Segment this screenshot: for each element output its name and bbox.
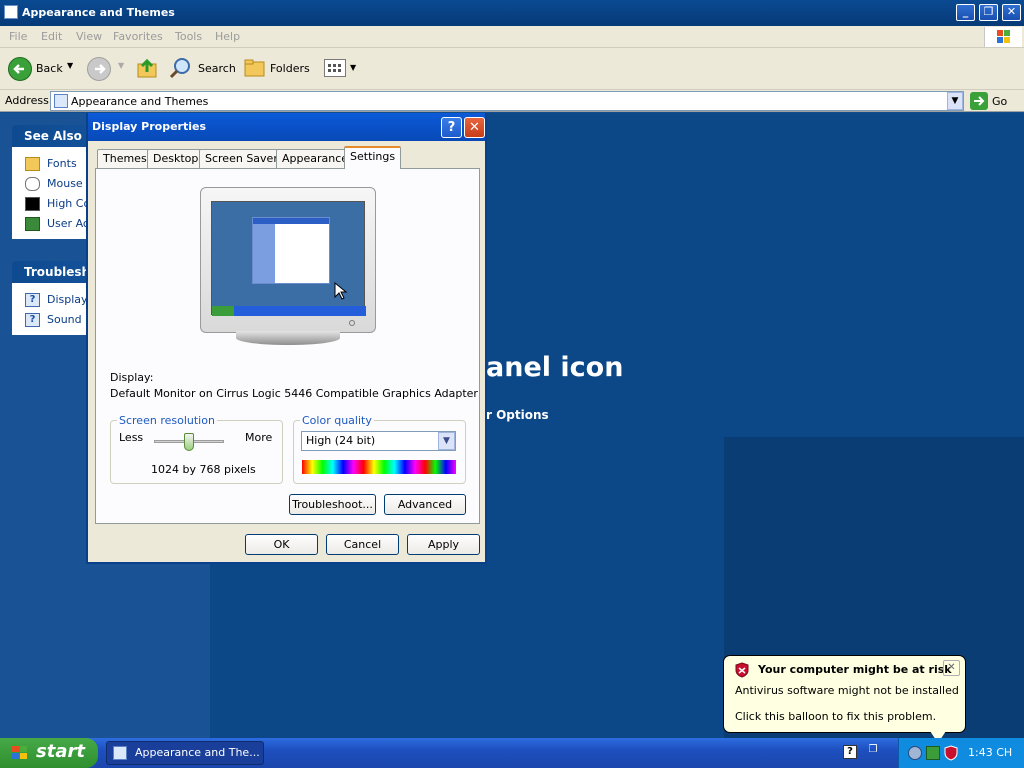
fonts-folder-icon bbox=[25, 157, 40, 171]
standard-toolbar: Back ▼ ▼ Search Folders ▼ bbox=[0, 48, 1024, 90]
tab-desktop[interactable]: Desktop bbox=[147, 149, 205, 168]
resolution-less-label: Less bbox=[119, 431, 144, 444]
tab-themes[interactable]: Themes bbox=[97, 149, 153, 168]
security-shield-icon bbox=[735, 662, 749, 678]
up-folder-icon[interactable] bbox=[136, 56, 160, 80]
address-dropdown-icon[interactable]: ▼ bbox=[947, 92, 963, 110]
views-dropdown-icon[interactable]: ▼ bbox=[350, 63, 356, 72]
help-question-icon: ? bbox=[25, 313, 40, 327]
troubleshoot-button[interactable]: Troubleshoot... bbox=[289, 494, 376, 515]
address-input[interactable]: Appearance and Themes ▼ bbox=[50, 91, 964, 111]
menu-help[interactable]: Help bbox=[215, 30, 240, 43]
ok-button[interactable]: OK bbox=[245, 534, 318, 555]
control-panel-icon bbox=[54, 94, 68, 108]
tab-settings[interactable]: Settings bbox=[344, 146, 402, 169]
balloon-title: Your computer might be at risk bbox=[758, 663, 952, 676]
chevron-down-icon[interactable]: ▼ bbox=[438, 432, 455, 450]
high-contrast-icon bbox=[25, 197, 40, 211]
cursor-icon bbox=[334, 281, 348, 303]
control-panel-icon bbox=[113, 746, 127, 760]
monitor-screen bbox=[211, 201, 366, 316]
menu-bar: File Edit View Favorites Tools Help bbox=[0, 26, 1024, 48]
apply-button[interactable]: Apply bbox=[407, 534, 480, 555]
resolution-more-label: More bbox=[245, 431, 273, 444]
menu-view[interactable]: View bbox=[76, 30, 102, 43]
color-spectrum-bar bbox=[302, 460, 456, 474]
forward-arrow-icon[interactable] bbox=[87, 57, 111, 81]
windows-flag-icon bbox=[10, 744, 30, 762]
explorer-titlebar: Appearance and Themes _ ❐ ✕ bbox=[0, 0, 1024, 26]
help-question-icon: ? bbox=[25, 293, 40, 307]
connection-tray-icon[interactable] bbox=[926, 746, 940, 760]
preview-window bbox=[252, 217, 330, 284]
see-also-label: User Ac bbox=[47, 217, 89, 230]
balloon-line1: Antivirus software might not be installe… bbox=[735, 684, 959, 697]
resolution-slider-thumb[interactable] bbox=[184, 433, 194, 451]
go-button[interactable]: Go bbox=[970, 92, 1020, 110]
monitor-preview bbox=[200, 187, 376, 333]
menu-tools[interactable]: Tools bbox=[175, 30, 202, 43]
address-label: Address bbox=[5, 94, 49, 107]
display-properties-dialog: Display Properties ? ✕ Themes Desktop Sc… bbox=[86, 113, 487, 564]
power-button-icon bbox=[349, 320, 355, 326]
see-also-label: Fonts bbox=[47, 157, 77, 170]
tab-appearance[interactable]: Appearance bbox=[276, 149, 355, 168]
help-tray-icon[interactable]: ? bbox=[843, 745, 857, 759]
close-window-button[interactable]: ✕ bbox=[1002, 4, 1021, 21]
options-link[interactable]: r Options bbox=[486, 408, 549, 422]
network-tray-icon[interactable] bbox=[908, 746, 922, 760]
taskbar-item-label: Appearance and The... bbox=[135, 746, 260, 759]
security-alert-tray-icon[interactable] bbox=[944, 745, 958, 761]
minimize-button[interactable]: _ bbox=[956, 4, 975, 21]
help-button[interactable]: ? bbox=[441, 117, 462, 138]
color-quality-select[interactable]: High (24 bit) bbox=[301, 431, 456, 451]
resolution-value: 1024 by 768 pixels bbox=[151, 463, 256, 476]
clock: 1:43 CH bbox=[968, 746, 1013, 759]
views-icon[interactable] bbox=[324, 59, 346, 77]
back-dropdown-icon[interactable]: ▼ bbox=[67, 61, 73, 70]
security-balloon[interactable]: Your computer might be at risk ✕ Antivir… bbox=[723, 655, 966, 733]
balloon-line2: Click this balloon to fix this problem. bbox=[735, 710, 937, 723]
folders-icon[interactable] bbox=[243, 57, 267, 79]
menu-favorites[interactable]: Favorites bbox=[113, 30, 163, 43]
start-button[interactable]: start bbox=[0, 738, 98, 768]
address-value: Appearance and Themes bbox=[71, 95, 209, 108]
menu-edit[interactable]: Edit bbox=[41, 30, 62, 43]
tab-screen-saver[interactable]: Screen Saver bbox=[199, 149, 284, 168]
preview-taskbar bbox=[212, 306, 366, 316]
color-quality-legend: Color quality bbox=[302, 414, 372, 427]
folder-window-icon bbox=[4, 5, 18, 19]
troubleshoot-label: Display bbox=[47, 293, 88, 306]
display-value: Default Monitor on Cirrus Logic 5446 Com… bbox=[110, 387, 478, 400]
advanced-button[interactable]: Advanced bbox=[384, 494, 466, 515]
windows-logo-icon bbox=[984, 27, 1022, 47]
go-arrow-icon bbox=[970, 92, 988, 110]
display-label: Display: bbox=[110, 371, 154, 384]
mouse-icon bbox=[25, 177, 40, 191]
folders-button[interactable]: Folders bbox=[270, 62, 310, 75]
monitor-stand bbox=[236, 331, 340, 345]
taskbar-item-appearance[interactable]: Appearance and The... bbox=[106, 741, 264, 765]
close-dialog-button[interactable]: ✕ bbox=[464, 117, 485, 138]
search-icon[interactable] bbox=[168, 56, 194, 82]
pick-control-panel-heading: anel icon bbox=[486, 352, 624, 383]
cancel-button[interactable]: Cancel bbox=[326, 534, 399, 555]
forward-dropdown-icon[interactable]: ▼ bbox=[118, 61, 124, 70]
quick-launch-chevron-icon[interactable]: ❐ bbox=[866, 744, 880, 760]
see-also-label: High Co bbox=[47, 197, 91, 210]
balloon-close-icon[interactable]: ✕ bbox=[943, 660, 960, 676]
back-arrow-icon[interactable] bbox=[8, 57, 32, 81]
troubleshoot-label: Sound bbox=[47, 313, 82, 326]
dialog-titlebar: Display Properties ? ✕ bbox=[88, 113, 485, 141]
search-button[interactable]: Search bbox=[198, 62, 236, 75]
go-label: Go bbox=[992, 95, 1008, 108]
user-accounts-icon bbox=[25, 217, 40, 231]
start-label: start bbox=[36, 741, 85, 762]
menu-file[interactable]: File bbox=[9, 30, 27, 43]
back-button[interactable]: Back bbox=[36, 62, 63, 75]
restore-button[interactable]: ❐ bbox=[979, 4, 998, 21]
screen-resolution-legend: Screen resolution bbox=[119, 414, 215, 427]
window-title: Appearance and Themes bbox=[22, 6, 175, 19]
dialog-title: Display Properties bbox=[92, 120, 207, 133]
